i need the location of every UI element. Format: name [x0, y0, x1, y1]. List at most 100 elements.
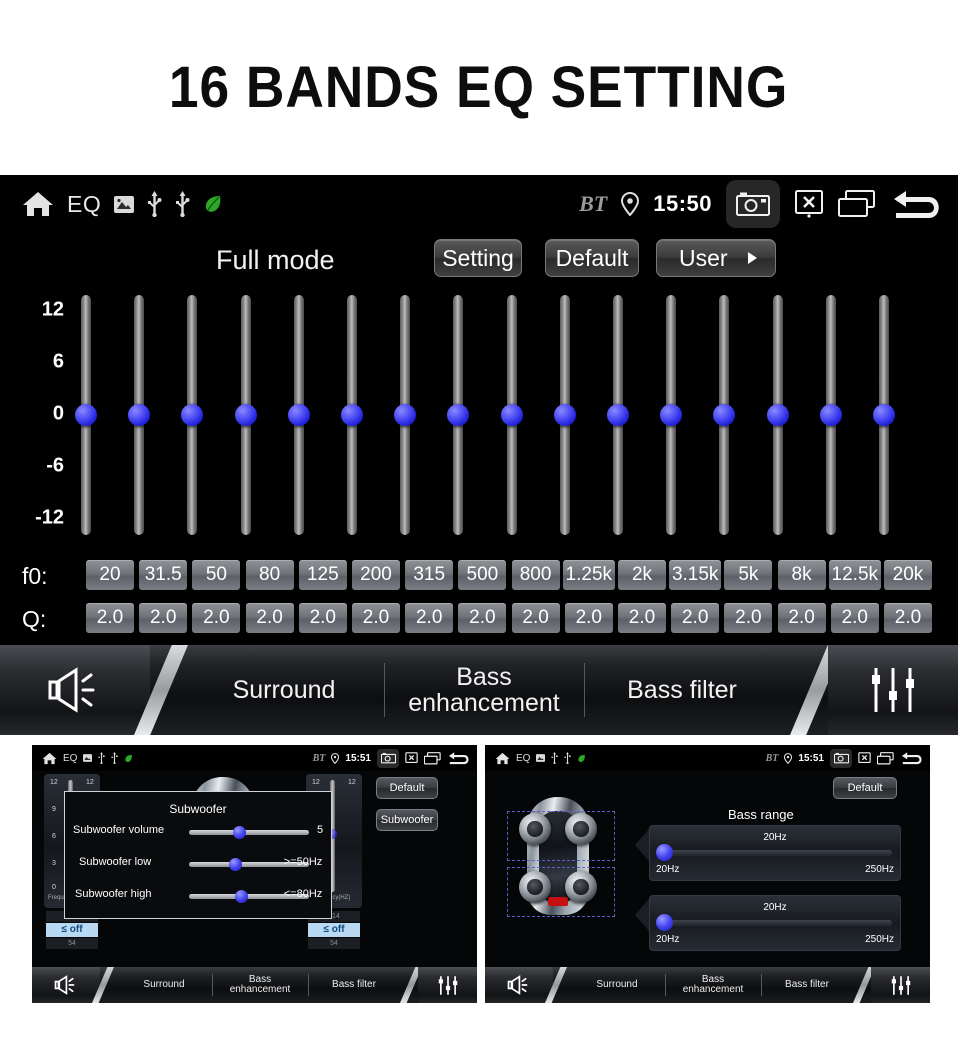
back-icon[interactable]	[447, 751, 471, 765]
sub-tab-bass-filter[interactable]: Bass filter	[763, 967, 851, 1003]
q-cell-2k[interactable]: 2.0	[618, 603, 666, 633]
sub-tab-equalizer[interactable]	[418, 967, 477, 1003]
f0-cell-125[interactable]: 125	[298, 560, 347, 590]
eq-slider-80[interactable]	[234, 295, 257, 535]
close-screen-icon[interactable]	[405, 751, 418, 765]
eq-slider-knob[interactable]	[181, 404, 204, 426]
sub-tab-bass-filter[interactable]: Bass filter	[310, 967, 398, 1003]
f0-cell-3.15k[interactable]: 3.15k	[669, 560, 722, 590]
q-cell-5k[interactable]: 2.0	[724, 603, 773, 633]
eq-slider-knob[interactable]	[873, 404, 895, 426]
f0-cell-500[interactable]: 500	[458, 560, 507, 590]
eq-slider-knob[interactable]	[447, 404, 470, 426]
sub-right-default-button[interactable]: Default	[833, 777, 897, 799]
picture-icon[interactable]	[83, 754, 93, 762]
back-icon[interactable]	[890, 188, 944, 220]
q-cell-125[interactable]: 2.0	[298, 603, 347, 633]
eq-slider-knob[interactable]	[287, 404, 310, 426]
eq-slider-knob[interactable]	[500, 404, 523, 426]
sub-tab-bass-enhancement[interactable]: Bass enhancement	[214, 967, 306, 1003]
user-button[interactable]: User	[656, 239, 776, 277]
f0-cells[interactable]: 20 31.5 50 80 125 200 315 500 800 1.25k 2k 3.15k 5k 8…	[80, 560, 950, 592]
usb-icon[interactable]	[98, 752, 106, 764]
q-cells[interactable]: 2.0 2.0 2.0 2.0 2.0 2.0 2.0 2.0 2.0 2.0 2.0 2.0 2.0 2…	[80, 603, 950, 635]
back-icon[interactable]	[900, 751, 924, 765]
f0-cell-200[interactable]: 200	[352, 560, 400, 590]
picture-icon[interactable]	[114, 195, 135, 213]
sub-tab-surround[interactable]: Surround	[571, 967, 663, 1003]
usb-icon[interactable]	[551, 752, 559, 764]
subwoofer-volume-knob[interactable]	[233, 826, 246, 839]
bass-range-knob-1[interactable]	[656, 844, 673, 861]
q-cell-31.5[interactable]: 2.0	[139, 603, 188, 633]
usb-icon[interactable]	[175, 191, 190, 217]
home-icon[interactable]	[495, 752, 510, 765]
eq-slider-1.25k[interactable]	[553, 295, 576, 535]
eq-slider-knob[interactable]	[607, 404, 629, 426]
sub-left-subwoofer-button[interactable]: Subwoofer	[376, 809, 438, 831]
f0-cell-20[interactable]: 20	[86, 560, 134, 590]
camera-icon[interactable]	[726, 180, 780, 228]
eq-slider-5k[interactable]	[713, 295, 736, 535]
q-cell-1.25k[interactable]: 2.0	[564, 603, 613, 633]
default-button[interactable]: Default	[545, 239, 639, 277]
eq-slider-50[interactable]	[181, 295, 204, 535]
eq-slider-group[interactable]	[75, 295, 950, 545]
tab-equalizer[interactable]	[828, 645, 958, 735]
usb-icon[interactable]	[147, 191, 162, 217]
eq-slider-knob[interactable]	[341, 404, 363, 426]
home-icon[interactable]	[42, 752, 57, 765]
eq-slider-12.5k[interactable]	[819, 295, 842, 535]
f0-cell-2k[interactable]: 2k	[618, 560, 666, 590]
recents-icon[interactable]	[838, 190, 876, 218]
close-screen-icon[interactable]	[794, 189, 824, 219]
eq-slider-8k[interactable]	[766, 295, 789, 535]
bass-range-track-1[interactable]	[660, 850, 892, 856]
q-cell-800[interactable]: 2.0	[511, 603, 560, 633]
f0-cell-8k[interactable]: 8k	[777, 560, 826, 590]
subwoofer-high-knob[interactable]	[235, 890, 248, 903]
close-screen-icon[interactable]	[858, 751, 871, 765]
f0-cell-315[interactable]: 315	[405, 560, 454, 590]
eq-slider-3.15k[interactable]	[660, 295, 683, 535]
f0-cell-5k[interactable]: 5k	[724, 560, 773, 590]
eq-slider-315[interactable]	[394, 295, 417, 535]
recents-icon[interactable]	[424, 751, 441, 765]
eq-slider-500[interactable]	[447, 295, 470, 535]
picture-icon[interactable]	[536, 754, 546, 762]
sub-tab-bass-enhancement[interactable]: Bass enhancement	[667, 967, 759, 1003]
camera-icon[interactable]	[377, 748, 399, 768]
usb-icon[interactable]	[564, 752, 572, 764]
eq-slider-knob[interactable]	[713, 404, 736, 426]
eq-slider-knob[interactable]	[660, 404, 683, 426]
eq-slider-knob[interactable]	[394, 404, 417, 426]
q-cell-20[interactable]: 2.0	[86, 603, 134, 633]
q-cell-80[interactable]: 2.0	[245, 603, 294, 633]
eq-slider-20k[interactable]	[873, 295, 895, 535]
tab-surround[interactable]: Surround	[186, 645, 382, 735]
bass-range-knob-2[interactable]	[656, 914, 673, 931]
q-cell-3.15k[interactable]: 2.0	[671, 603, 720, 633]
eq-slider-knob[interactable]	[819, 404, 842, 426]
subwoofer-low-knob[interactable]	[229, 858, 242, 871]
f0-cell-50[interactable]: 50	[192, 560, 241, 590]
recents-icon[interactable]	[877, 751, 894, 765]
q-cell-12.5k[interactable]: 2.0	[830, 603, 879, 633]
sub-tab-speaker[interactable]	[485, 967, 553, 1003]
f0-cell-31.5[interactable]: 31.5	[139, 560, 188, 590]
q-cell-200[interactable]: 2.0	[352, 603, 400, 633]
tab-speaker[interactable]	[0, 645, 150, 735]
eq-slider-20[interactable]	[75, 295, 97, 535]
tab-bass-filter[interactable]: Bass filter	[586, 645, 778, 735]
sub-left-default-button[interactable]: Default	[376, 777, 438, 799]
eq-slider-125[interactable]	[287, 295, 310, 535]
q-cell-315[interactable]: 2.0	[405, 603, 454, 633]
subwoofer-volume-slider[interactable]	[189, 830, 309, 835]
q-cell-500[interactable]: 2.0	[458, 603, 507, 633]
usb-icon[interactable]	[111, 752, 119, 764]
mini-eq-right-off[interactable]: ≤ off	[308, 923, 360, 937]
sub-tab-speaker[interactable]	[32, 967, 100, 1003]
q-cell-8k[interactable]: 2.0	[777, 603, 826, 633]
home-icon[interactable]	[22, 190, 54, 218]
f0-cell-12.5k[interactable]: 12.5k	[828, 560, 881, 590]
